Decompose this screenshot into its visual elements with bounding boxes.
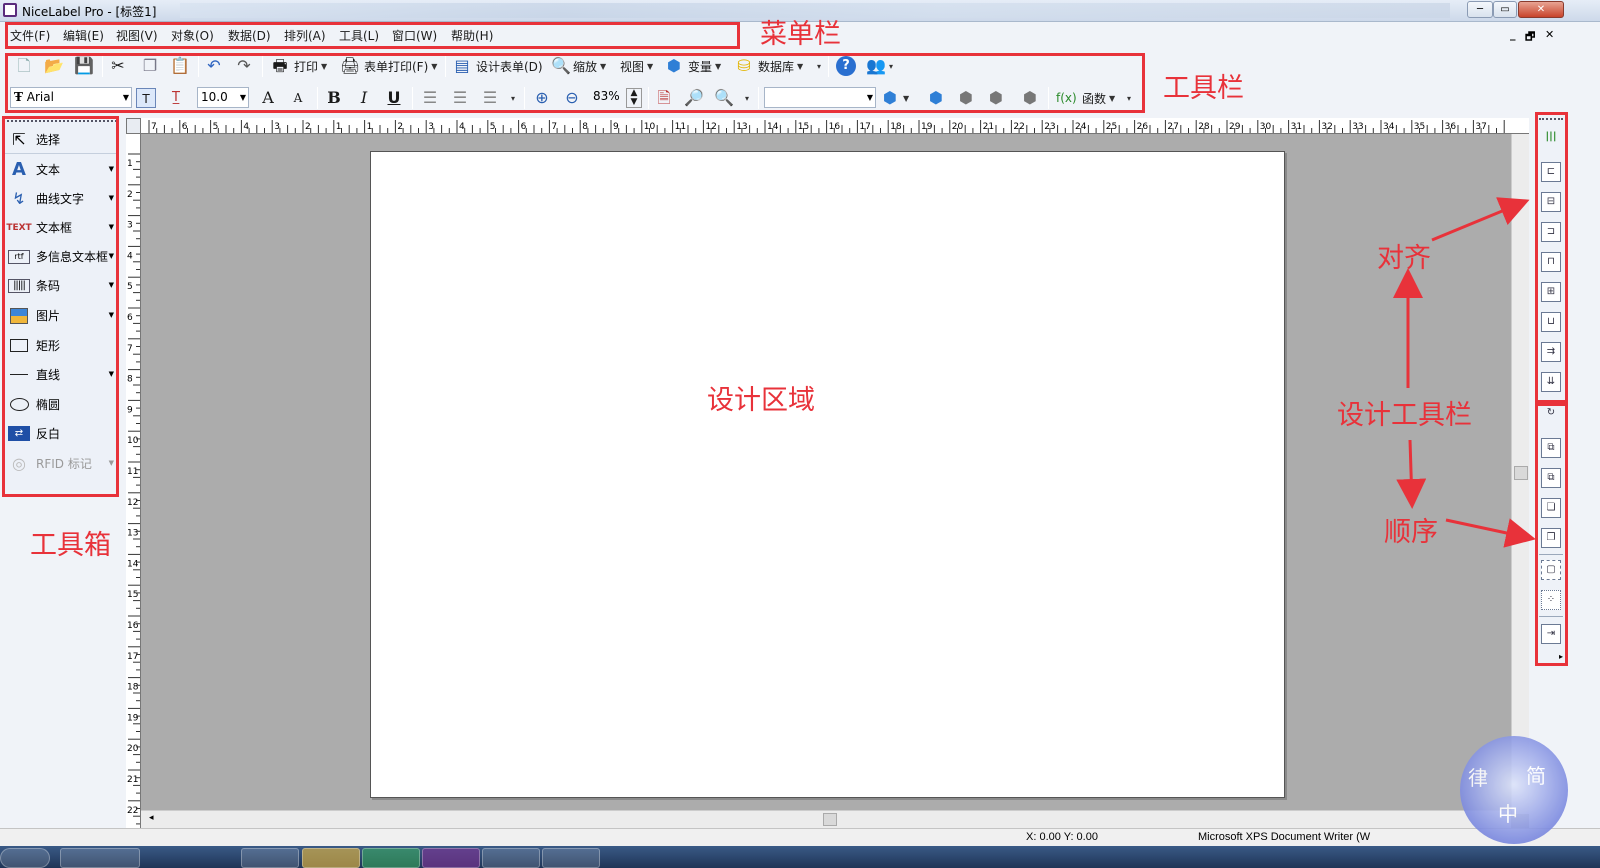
ruler-label: 19 bbox=[127, 713, 139, 723]
cursor-coordinates: X: 0.00 Y: 0.00 bbox=[1026, 831, 1098, 843]
taskbar-app[interactable] bbox=[302, 848, 360, 868]
mdi-close-button[interactable]: ✕ bbox=[1545, 28, 1554, 41]
taskbar-app[interactable] bbox=[60, 848, 140, 868]
ruler-label: 8 bbox=[127, 375, 133, 385]
ruler-label: 17 bbox=[127, 652, 138, 662]
ruler-label: 4 bbox=[243, 122, 249, 132]
ruler-label: 8 bbox=[582, 122, 588, 132]
maximize-button[interactable]: ▭ bbox=[1493, 1, 1517, 18]
align-highlight-box bbox=[1535, 112, 1568, 403]
ruler-label: 16 bbox=[127, 621, 139, 631]
taskbar-app[interactable] bbox=[422, 848, 480, 868]
ruler-corner-button[interactable] bbox=[126, 118, 141, 134]
ruler-label: 6 bbox=[182, 122, 188, 132]
ruler-label: 6 bbox=[521, 122, 527, 132]
ruler-label: 2 bbox=[397, 122, 403, 132]
ruler-label: 1 bbox=[336, 122, 342, 132]
ruler-label: 5 bbox=[490, 122, 496, 132]
vertical-ruler-ticks: 12345678910111213141516171819202122 bbox=[127, 153, 140, 825]
horizontal-ruler: 7 6 5 4 3 2 1 1 2 3 4 5 6 7 8 9 10 11 12 13 14 15 16 17 18 19 20 21… bbox=[141, 118, 1529, 134]
ruler-label: 4 bbox=[459, 122, 465, 132]
watermark-char: 律 bbox=[1468, 766, 1488, 790]
ruler-label: 5 bbox=[127, 282, 133, 292]
annotation-order: 顺序 bbox=[1384, 517, 1438, 548]
toolbar-highlight-box bbox=[5, 53, 1145, 113]
annotation-toolbar: 工具栏 bbox=[1163, 73, 1244, 104]
ruler-label: 6 bbox=[127, 313, 133, 323]
watermark-char: 简 bbox=[1526, 764, 1546, 788]
ruler-label: 14 bbox=[127, 559, 139, 569]
ruler-label: 2 bbox=[305, 122, 311, 132]
annotation-design-area: 设计区域 bbox=[707, 385, 815, 416]
windows-taskbar bbox=[0, 846, 1600, 868]
vertical-ruler: 1 2 3 4 5 6 7 8 9 10 11 12 13 14 15 16 17 18 19 20 21 22 bbox=[126, 134, 141, 828]
ruler-label: 5 bbox=[213, 122, 219, 132]
scroll-left-icon[interactable]: ◂ bbox=[149, 813, 154, 823]
vertical-scrollbar[interactable] bbox=[1511, 134, 1529, 814]
ruler-label: 1 bbox=[367, 122, 373, 132]
toolbox-highlight-box bbox=[2, 116, 119, 497]
ruler-label: 21 bbox=[127, 775, 138, 785]
menubar-highlight-box bbox=[5, 22, 740, 49]
watermark-logo: 律 简 中 bbox=[1460, 736, 1568, 844]
annotation-toolbox: 工具箱 bbox=[30, 530, 111, 561]
order-highlight-box bbox=[1535, 403, 1568, 666]
ruler-label: 11 bbox=[127, 467, 138, 477]
ruler-label: 9 bbox=[127, 405, 133, 415]
close-button[interactable]: ✕ bbox=[1518, 1, 1564, 18]
ruler-label: 18 bbox=[127, 683, 139, 693]
annotation-align: 对齐 bbox=[1377, 243, 1431, 274]
taskbar-app[interactable] bbox=[241, 848, 299, 868]
taskbar-app[interactable] bbox=[542, 848, 600, 868]
ruler-label: 3 bbox=[127, 221, 133, 231]
ruler-label: 22 bbox=[127, 806, 138, 816]
ruler-label: 13 bbox=[127, 529, 138, 539]
horizontal-ruler-ticks: 7 6 5 4 3 2 1 1 2 3 4 5 6 7 8 9 10 11 12 13 14 15 16 17 18 19 20 21… bbox=[148, 120, 1505, 133]
minimize-button[interactable]: ─ bbox=[1467, 1, 1493, 18]
ruler-label: 12 bbox=[127, 498, 138, 508]
vertical-scroll-thumb[interactable] bbox=[1514, 466, 1528, 480]
horizontal-scrollbar[interactable]: ◂ bbox=[141, 810, 1511, 828]
printer-name: Microsoft XPS Document Writer (W bbox=[1198, 831, 1371, 843]
ruler-label: 7 bbox=[127, 344, 133, 354]
status-bar: X: 0.00 Y: 0.00 Microsoft XPS Document W… bbox=[0, 828, 1600, 846]
ruler-label: 2 bbox=[127, 190, 133, 200]
start-button[interactable] bbox=[0, 848, 50, 868]
ruler-label: 7 bbox=[151, 122, 157, 132]
horizontal-scroll-thumb[interactable] bbox=[823, 813, 837, 826]
taskbar-app[interactable] bbox=[482, 848, 540, 868]
ruler-label: 15 bbox=[127, 590, 138, 600]
app-icon[interactable] bbox=[3, 3, 17, 17]
ruler-label: 1 bbox=[127, 159, 133, 169]
ruler-label: 3 bbox=[274, 122, 280, 132]
ruler-label: 9 bbox=[613, 122, 619, 132]
annotation-design-toolbar: 设计工具栏 bbox=[1337, 400, 1472, 431]
ruler-label: 10 bbox=[127, 436, 139, 446]
watermark-char: 中 bbox=[1498, 802, 1518, 826]
mdi-restore-button[interactable]: 🗗 bbox=[1525, 28, 1535, 47]
window-title: NiceLabel Pro - [标签1] bbox=[22, 5, 157, 19]
ruler-label: 4 bbox=[127, 251, 133, 261]
taskbar-app[interactable] bbox=[362, 848, 420, 868]
mdi-minimize-button[interactable]: _ bbox=[1510, 28, 1516, 41]
ruler-label: 3 bbox=[428, 122, 434, 132]
ruler-label: 7 bbox=[551, 122, 557, 132]
annotation-menubar: 菜单栏 bbox=[760, 19, 841, 50]
ruler-label: 20 bbox=[127, 744, 139, 754]
label-page[interactable] bbox=[370, 151, 1285, 798]
